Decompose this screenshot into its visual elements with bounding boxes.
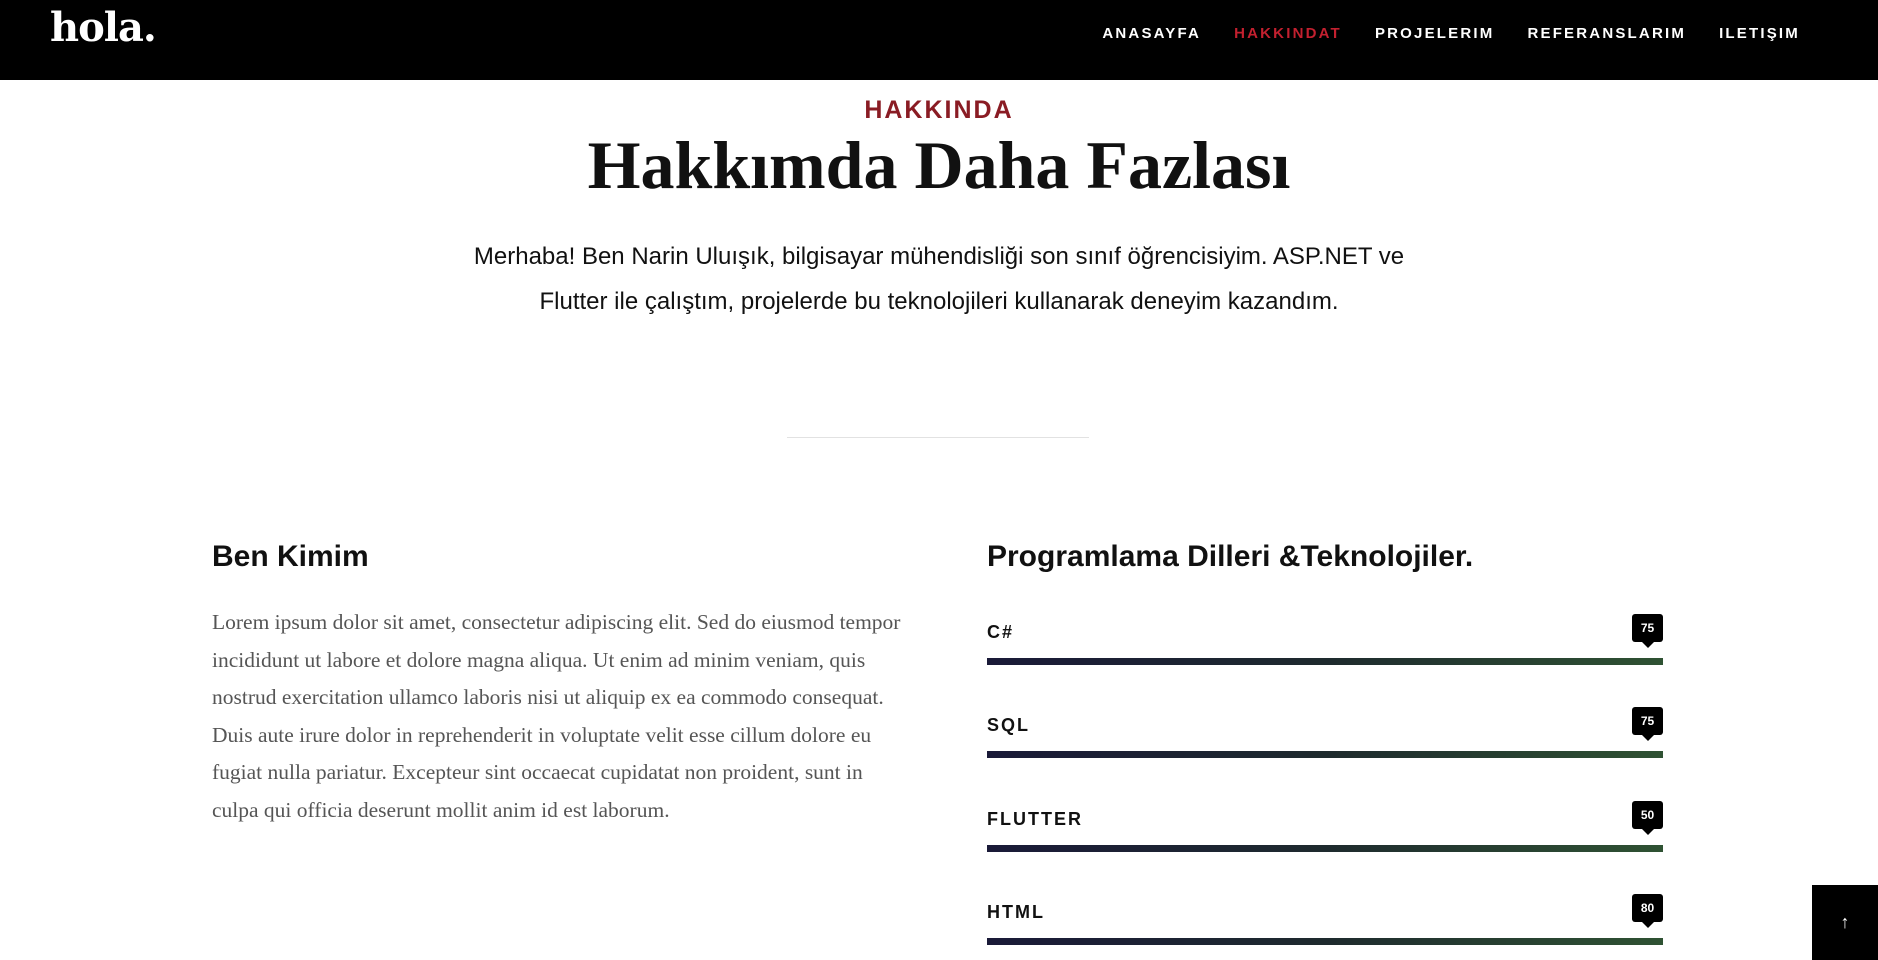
skill-progress-track xyxy=(987,845,1663,852)
nav-item-hakkinda[interactable]: HAKKINDAT xyxy=(1234,25,1342,42)
skill-label: FLUTTER xyxy=(987,809,1083,829)
skill-progress-fill xyxy=(987,658,1663,665)
skill-progress-fill xyxy=(987,845,1663,852)
skills-heading: Programlama Dilleri &Teknolojiler. xyxy=(987,540,1474,573)
about-heading: Ben Kimim xyxy=(212,540,369,573)
nav-item-referanslarim[interactable]: REFERANSLARIM xyxy=(1527,25,1686,42)
about-body: Lorem ipsum dolor sit amet, consectetur … xyxy=(212,610,901,822)
site-header: hola. ANASAYFA HAKKINDAT PROJELERIM REFE… xyxy=(0,0,1878,80)
skill-percent-badge: 50 xyxy=(1632,801,1663,835)
logo[interactable]: hola. xyxy=(50,4,157,51)
skill-progress-fill xyxy=(987,938,1663,945)
skill-label: SQL xyxy=(987,715,1031,735)
intro-text: Merhaba! Ben Narin Uluışık, bilgisayar m… xyxy=(473,243,1405,315)
back-to-top-button[interactable]: ↑ xyxy=(1812,885,1878,960)
nav-item-projelerim[interactable]: PROJELERIM xyxy=(1375,25,1495,42)
skill-percent-badge: 75 xyxy=(1632,707,1663,741)
skill-item: HTML 80 xyxy=(987,894,1663,960)
skill-percent-badge: 75 xyxy=(1632,614,1663,648)
nav-item-anasayfa[interactable]: ANASAYFA xyxy=(1102,25,1201,42)
page-title: Hakkımda Daha Fazlası xyxy=(587,127,1291,203)
section-divider xyxy=(787,437,1089,438)
skill-item: SQL 75 xyxy=(987,707,1663,775)
arrow-up-icon: ↑ xyxy=(1840,912,1850,932)
skills-section: Programlama Dilleri &Teknolojiler. C# 75… xyxy=(987,540,1663,945)
about-section: Ben Kimim Lorem ipsum dolor sit amet, co… xyxy=(212,540,902,830)
nav-item-iletisim[interactable]: ILETIŞIM xyxy=(1719,25,1800,42)
main-nav: ANASAYFA HAKKINDAT PROJELERIM REFERANSLA… xyxy=(1102,25,1800,42)
skill-item: FLUTTER 50 xyxy=(987,801,1663,869)
skill-progress-fill xyxy=(987,751,1663,758)
skill-label: HTML xyxy=(987,902,1045,922)
skill-percent-badge: 80 xyxy=(1632,894,1663,928)
skill-progress-track xyxy=(987,751,1663,758)
skill-progress-track xyxy=(987,658,1663,665)
section-eyebrow: HAKKINDA xyxy=(864,96,1014,124)
skill-item: C# 75 xyxy=(987,614,1663,682)
skill-progress-track xyxy=(987,938,1663,945)
skill-label: C# xyxy=(987,622,1015,642)
